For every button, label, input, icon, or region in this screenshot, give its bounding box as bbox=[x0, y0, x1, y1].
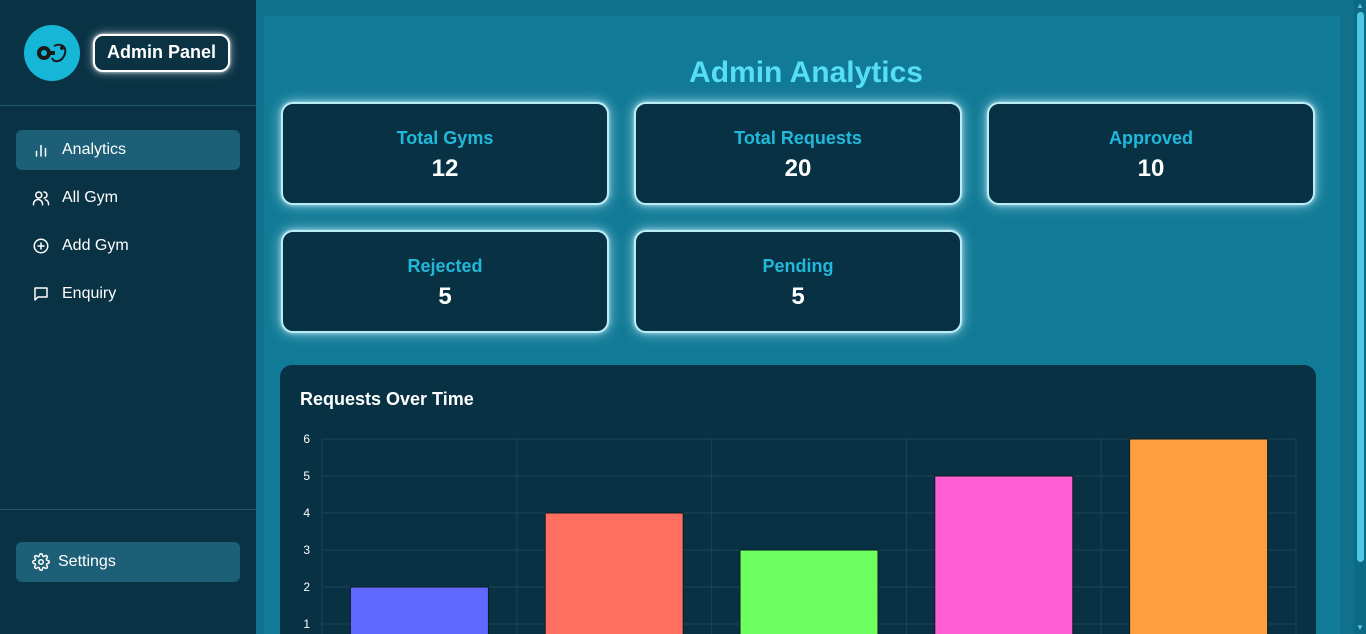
settings-button[interactable]: Settings bbox=[16, 542, 240, 582]
y-tick-label: 5 bbox=[303, 469, 310, 483]
settings-label: Settings bbox=[58, 553, 116, 570]
sidebar-item-label: All Gym bbox=[62, 189, 118, 206]
requests-bar-chart: 1 2 3 4 5 6 bbox=[303, 432, 1297, 634]
stat-value: 5 bbox=[438, 283, 452, 310]
admin-panel-title: Admin Panel bbox=[93, 33, 231, 72]
brand-header: Admin Panel bbox=[0, 0, 256, 106]
stat-value: 10 bbox=[1137, 155, 1165, 182]
stat-label: Pending bbox=[762, 256, 834, 276]
message-square-icon bbox=[34, 287, 48, 301]
sidebar-item-enquiry[interactable]: Enquiry bbox=[16, 274, 240, 314]
sidebar-item-label: Enquiry bbox=[62, 285, 117, 302]
gear-icon bbox=[32, 553, 50, 571]
bar-chart-icon bbox=[35, 144, 47, 157]
chart-bar[interactable] bbox=[1129, 438, 1269, 634]
sidebar-item-analytics[interactable]: Analytics bbox=[16, 130, 240, 170]
stat-label: Total Gyms bbox=[396, 128, 494, 148]
sidebar-footer: Settings bbox=[0, 509, 256, 634]
users-icon bbox=[32, 191, 50, 206]
stat-label: Total Requests bbox=[734, 128, 862, 148]
chart-bar[interactable] bbox=[934, 475, 1074, 634]
plus-circle-icon bbox=[33, 238, 49, 254]
chart-bar[interactable] bbox=[739, 549, 879, 634]
scroll-up-arrow-icon[interactable]: ▲ bbox=[1356, 2, 1364, 10]
stat-card-total-gyms: Total Gyms 12 bbox=[281, 102, 609, 205]
page-title: Admin Analytics bbox=[689, 56, 923, 89]
sidebar-item-label: Add Gym bbox=[62, 237, 129, 254]
scroll-down-arrow-icon[interactable]: ▼ bbox=[1356, 624, 1364, 632]
stat-card-total-requests: Total Requests 20 bbox=[634, 102, 962, 205]
requests-chart-card: Requests Over Time 123456 bbox=[280, 365, 1316, 634]
stat-value: 5 bbox=[791, 283, 805, 310]
vertical-scrollbar[interactable]: ▲ ▼ bbox=[1354, 0, 1366, 634]
y-tick-label: 4 bbox=[303, 506, 310, 520]
stat-card-approved: Approved 10 bbox=[987, 102, 1315, 205]
chart-bar[interactable] bbox=[349, 586, 489, 634]
chart-bar[interactable] bbox=[544, 512, 684, 634]
y-tick-label: 3 bbox=[303, 543, 310, 557]
stat-value: 20 bbox=[784, 155, 812, 182]
main-content: Admin Analytics Total Gyms 12 Total Requ… bbox=[256, 0, 1354, 634]
sidebar-nav: Analytics All Gym Add Gym Enquiry bbox=[0, 106, 256, 314]
y-tick-label: 1 bbox=[303, 617, 310, 631]
y-tick-label: 6 bbox=[303, 432, 310, 446]
y-tick-label: 2 bbox=[303, 580, 310, 594]
sidebar-item-add-gym[interactable]: Add Gym bbox=[16, 226, 240, 266]
stat-value: 12 bbox=[431, 155, 459, 182]
stat-label: Approved bbox=[1108, 128, 1193, 148]
scroll-thumb[interactable] bbox=[1357, 12, 1364, 562]
stat-card-pending: Pending 5 bbox=[634, 230, 962, 333]
sidebar-item-all-gym[interactable]: All Gym bbox=[16, 178, 240, 218]
sidebar: Admin Panel Analytics All Gym Add Gym En… bbox=[0, 0, 256, 634]
stat-label: Rejected bbox=[407, 256, 483, 276]
stat-card-rejected: Rejected 5 bbox=[281, 230, 609, 333]
sidebar-item-label: Analytics bbox=[62, 141, 127, 158]
gym-logo-icon bbox=[24, 24, 80, 81]
